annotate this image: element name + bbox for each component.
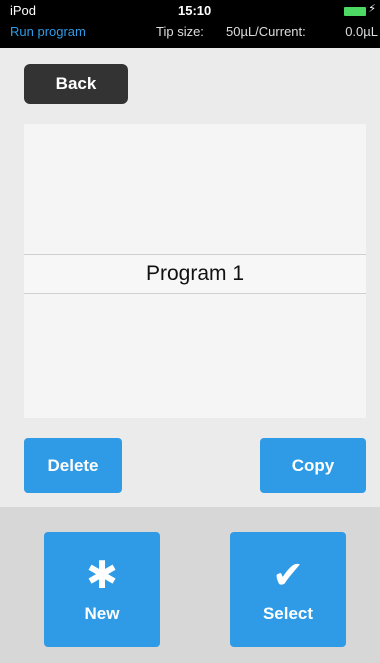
program-list[interactable]: Program 1 — [24, 124, 366, 418]
copy-button[interactable]: Copy — [260, 438, 366, 493]
carrier-label: iPod — [10, 3, 37, 18]
new-button-label: New — [84, 603, 120, 623]
list-item[interactable]: Program 1 — [24, 254, 366, 294]
select-button-label: Select — [262, 603, 314, 623]
asterisk-icon: ✱ — [86, 554, 118, 597]
tip-size-value: 50µL/Current: — [226, 24, 306, 39]
battery-icon — [344, 7, 366, 16]
checkmark-icon: ✔ — [272, 554, 304, 597]
screen-title: Run program — [10, 24, 86, 39]
delete-button[interactable]: Delete — [24, 438, 122, 493]
back-button[interactable]: Back — [24, 64, 128, 104]
tip-size-label: Tip size: — [156, 24, 204, 39]
new-button[interactable]: ✱ New — [44, 532, 160, 647]
status-bar: iPod 15:10 ⚡ Run program Tip size: 50µL/… — [0, 0, 380, 48]
current-volume-value: 0.0µL — [345, 24, 378, 39]
select-button[interactable]: ✔ Select — [230, 532, 346, 647]
charging-icon: ⚡ — [368, 3, 376, 15]
clock: 15:10 — [178, 3, 212, 18]
